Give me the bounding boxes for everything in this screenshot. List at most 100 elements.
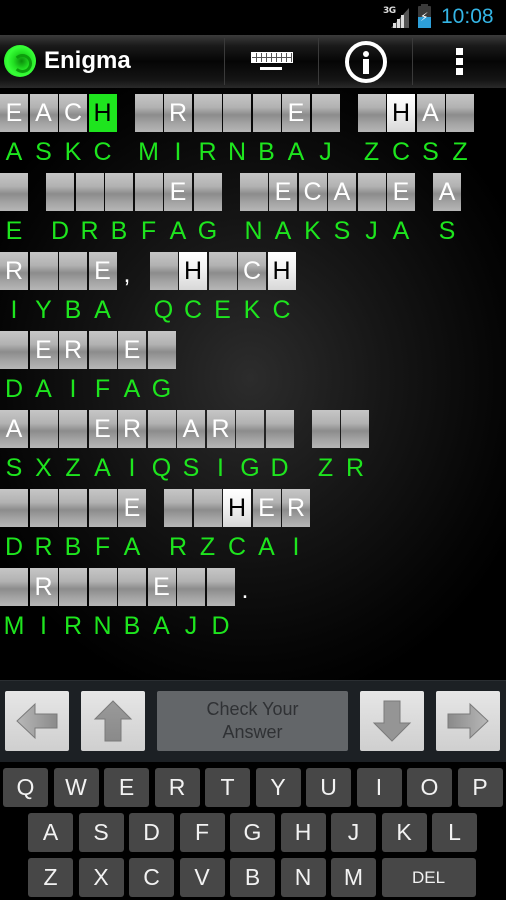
letter-cell[interactable]: C [238, 252, 266, 290]
key-i[interactable]: I [356, 768, 402, 807]
letter-cell[interactable] [341, 410, 369, 448]
letter-cell[interactable] [164, 489, 192, 527]
letter-cell[interactable] [46, 173, 74, 211]
key-t[interactable]: T [205, 768, 250, 807]
letter-cell[interactable]: E [252, 489, 281, 527]
key-m[interactable]: M [331, 858, 376, 897]
letter-cell[interactable] [88, 331, 117, 369]
letter-cell[interactable] [206, 568, 235, 606]
letter-cell[interactable]: H [387, 94, 415, 132]
letter-cell[interactable] [193, 94, 222, 132]
letter-cell[interactable]: E [387, 173, 415, 211]
down-button[interactable] [360, 691, 424, 751]
info-button[interactable] [319, 35, 412, 88]
letter-cell[interactable] [134, 94, 163, 132]
letter-cell[interactable] [236, 410, 264, 448]
key-g[interactable]: G [230, 813, 275, 852]
letter-cell[interactable]: H [179, 252, 207, 290]
letter-cell[interactable] [311, 410, 340, 448]
letter-cell[interactable] [0, 489, 28, 527]
letter-cell[interactable] [59, 568, 87, 606]
letter-cell[interactable] [311, 94, 340, 132]
letter-cell[interactable]: A [433, 173, 461, 211]
letter-cell[interactable]: H [223, 489, 251, 527]
letter-cell[interactable]: E [0, 94, 28, 132]
letter-cell[interactable]: R [0, 252, 28, 290]
key-v[interactable]: V [179, 858, 225, 897]
letter-cell[interactable] [88, 489, 117, 527]
letter-cell[interactable] [193, 173, 222, 211]
letter-cell[interactable]: R [206, 410, 235, 448]
letter-cell[interactable]: C [59, 94, 87, 132]
key-k[interactable]: K [381, 813, 427, 852]
key-z[interactable]: Z [28, 858, 73, 897]
letter-cell[interactable] [29, 410, 58, 448]
key-o[interactable]: O [407, 768, 452, 807]
letter-cell[interactable]: E [118, 489, 146, 527]
right-button[interactable] [436, 691, 500, 751]
key-e[interactable]: E [104, 768, 149, 807]
letter-cell[interactable] [118, 568, 146, 606]
key-a[interactable]: A [28, 813, 73, 852]
letter-cell[interactable] [0, 568, 28, 606]
key-l[interactable]: L [432, 813, 477, 852]
up-button[interactable] [81, 691, 145, 751]
key-c[interactable]: C [129, 858, 174, 897]
letter-cell[interactable] [223, 94, 251, 132]
letter-cell[interactable]: H [267, 252, 296, 290]
key-u[interactable]: U [306, 768, 351, 807]
key-x[interactable]: X [78, 858, 124, 897]
key-n[interactable]: N [280, 858, 326, 897]
letter-cell[interactable] [357, 94, 386, 132]
check-answer-button[interactable]: Check Your Answer [157, 691, 348, 751]
letter-cell[interactable] [208, 252, 237, 290]
letter-cell[interactable]: A [177, 410, 205, 448]
letter-cell[interactable]: E [88, 410, 117, 448]
letter-cell[interactable]: A [29, 94, 58, 132]
letter-cell[interactable]: R [29, 568, 58, 606]
delete-key[interactable]: DEL [381, 858, 476, 897]
letter-cell[interactable]: E [164, 173, 192, 211]
active-letter-cell[interactable]: H [88, 94, 117, 132]
letter-cell[interactable] [0, 173, 28, 211]
key-w[interactable]: W [53, 768, 99, 807]
letter-cell[interactable] [265, 410, 294, 448]
letter-cell[interactable] [105, 173, 133, 211]
letter-cell[interactable] [149, 252, 178, 290]
key-d[interactable]: D [129, 813, 174, 852]
letter-cell[interactable] [29, 252, 58, 290]
letter-cell[interactable] [446, 94, 474, 132]
letter-cell[interactable] [357, 173, 386, 211]
app-logo-icon[interactable] [4, 45, 36, 77]
letter-cell[interactable]: E [88, 252, 117, 290]
letter-cell[interactable] [75, 173, 104, 211]
key-q[interactable]: Q [3, 768, 48, 807]
letter-cell[interactable] [193, 489, 222, 527]
letter-cell[interactable]: R [59, 331, 87, 369]
key-y[interactable]: Y [255, 768, 301, 807]
letter-cell[interactable] [29, 489, 58, 527]
letter-cell[interactable]: A [416, 94, 445, 132]
key-j[interactable]: J [331, 813, 376, 852]
letter-cell[interactable]: A [0, 410, 28, 448]
letter-cell[interactable] [252, 94, 281, 132]
letter-cell[interactable] [59, 410, 87, 448]
letter-cell[interactable] [88, 568, 117, 606]
letter-cell[interactable]: E [147, 568, 176, 606]
letter-cell[interactable]: C [298, 173, 327, 211]
letter-cell[interactable] [0, 331, 28, 369]
letter-cell[interactable]: E [29, 331, 58, 369]
key-b[interactable]: B [230, 858, 275, 897]
key-r[interactable]: R [154, 768, 200, 807]
letter-cell[interactable] [59, 252, 87, 290]
letter-cell[interactable] [59, 489, 87, 527]
letter-cell[interactable]: E [282, 94, 310, 132]
letter-cell[interactable]: E [269, 173, 297, 211]
overflow-menu-button[interactable] [413, 35, 506, 88]
letter-cell[interactable] [239, 173, 268, 211]
letter-cell[interactable] [147, 410, 176, 448]
key-p[interactable]: P [457, 768, 503, 807]
letter-cell[interactable] [134, 173, 163, 211]
letter-cell[interactable] [177, 568, 205, 606]
left-button[interactable] [5, 691, 69, 751]
